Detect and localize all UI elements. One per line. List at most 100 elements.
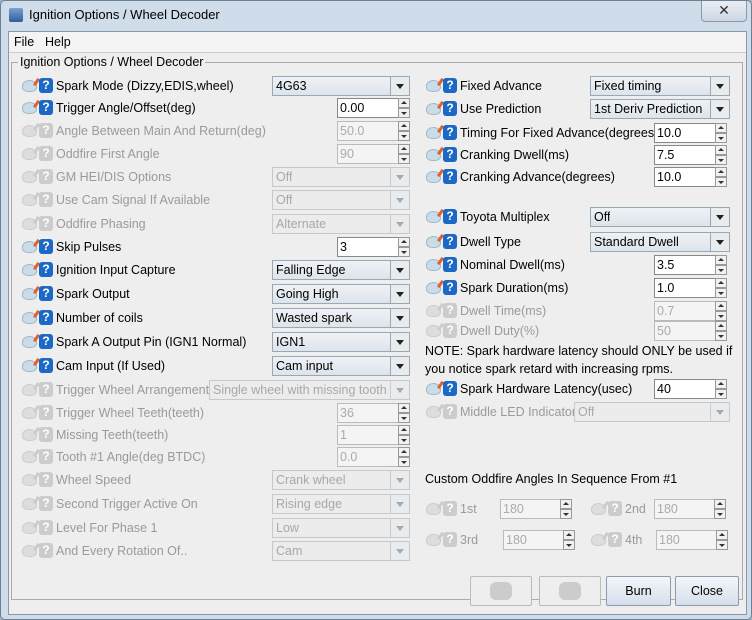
edit-icon[interactable] <box>22 80 37 92</box>
chevron-down-icon[interactable] <box>710 403 729 421</box>
edit-icon[interactable] <box>22 218 37 230</box>
spinner-missing-teeth-teeth[interactable]: 1 <box>337 425 410 445</box>
spinner-value[interactable]: 1.0 <box>654 278 715 298</box>
edit-icon[interactable] <box>426 211 441 223</box>
spinner-value[interactable]: 90 <box>337 144 398 164</box>
spin-up-button[interactable] <box>715 167 727 177</box>
edit-icon[interactable] <box>22 384 37 396</box>
edit-icon[interactable] <box>426 406 441 418</box>
edit-icon[interactable] <box>426 534 441 546</box>
spin-up-button[interactable] <box>398 144 410 154</box>
edit-icon[interactable] <box>591 534 606 546</box>
help-icon[interactable]: ? <box>39 520 53 535</box>
dropdown-ignition-input-capture[interactable]: Falling Edge <box>272 260 410 280</box>
chevron-down-icon[interactable] <box>390 495 409 513</box>
help-icon[interactable]: ? <box>443 501 457 516</box>
dropdown-second-trigger-active-on[interactable]: Rising edge <box>272 494 410 514</box>
spinner-trigger-wheel-teeth-teeth[interactable]: 36 <box>337 403 410 423</box>
burn-button[interactable]: Burn <box>606 576 671 606</box>
spinner-value[interactable]: 0.00 <box>337 98 398 118</box>
help-icon[interactable]: ? <box>443 209 457 224</box>
chevron-down-icon[interactable] <box>390 215 409 233</box>
edit-icon[interactable] <box>22 429 37 441</box>
spin-down-button[interactable] <box>560 509 572 519</box>
help-icon[interactable]: ? <box>39 382 53 397</box>
edit-icon[interactable] <box>22 312 37 324</box>
spinner-value[interactable]: 7.5 <box>654 145 715 165</box>
spin-down-button[interactable] <box>715 288 727 298</box>
help-icon[interactable]: ? <box>443 125 457 140</box>
dropdown-use-cam-signal-if-available[interactable]: Off <box>272 190 410 210</box>
dropdown-gm-hei-dis-options[interactable]: Off <box>272 167 410 187</box>
help-icon[interactable]: ? <box>443 280 457 295</box>
spinner-value[interactable]: 3 <box>337 237 398 257</box>
dropdown-level-for-phase-1[interactable]: Low <box>272 518 410 538</box>
spin-up-button[interactable] <box>398 403 410 413</box>
dropdown-spark-mode-dizzy-edis-wheel[interactable]: 4G63 <box>272 76 410 96</box>
help-icon[interactable]: ? <box>443 303 457 318</box>
chevron-down-icon[interactable] <box>390 191 409 209</box>
spinner-value[interactable]: 10.0 <box>654 123 715 143</box>
chevron-down-icon[interactable] <box>390 381 409 399</box>
edit-icon[interactable] <box>426 80 441 92</box>
edit-icon[interactable] <box>426 103 441 115</box>
edit-icon[interactable] <box>22 194 37 206</box>
help-icon[interactable]: ? <box>39 358 53 373</box>
edit-icon[interactable] <box>22 171 37 183</box>
help-icon[interactable]: ? <box>443 532 457 547</box>
spinner-timing-for-fixed-advance-degrees[interactable]: 10.0 <box>654 123 727 143</box>
help-icon[interactable]: ? <box>39 100 53 115</box>
spin-up-button[interactable] <box>716 530 728 540</box>
spin-down-button[interactable] <box>398 435 410 445</box>
edit-icon[interactable] <box>22 336 37 348</box>
chevron-down-icon[interactable] <box>390 285 409 303</box>
spin-down-button[interactable] <box>398 108 410 118</box>
help-icon[interactable]: ? <box>443 169 457 184</box>
close-button[interactable]: Close <box>675 576 739 606</box>
help-icon[interactable]: ? <box>39 216 53 231</box>
dropdown-trigger-wheel-arrangement[interactable]: Single wheel with missing tooth <box>209 380 410 400</box>
help-icon[interactable]: ? <box>39 286 53 301</box>
spinner-value[interactable]: 180 <box>654 499 714 519</box>
spinner-skip-pulses[interactable]: 3 <box>337 237 410 257</box>
spin-down-button[interactable] <box>398 247 410 257</box>
edit-icon[interactable] <box>426 149 441 161</box>
spinner-value[interactable]: 50 <box>654 321 715 341</box>
spin-up-button[interactable] <box>715 123 727 133</box>
help-icon[interactable]: ? <box>443 323 457 338</box>
dropdown-cam-input-if-used[interactable]: Cam input <box>272 356 410 376</box>
help-icon[interactable]: ? <box>39 334 53 349</box>
spin-up-button[interactable] <box>715 278 727 288</box>
window-close-button[interactable]: ✕ <box>701 1 747 22</box>
edit-icon[interactable] <box>426 305 441 317</box>
help-icon[interactable]: ? <box>39 449 53 464</box>
spin-down-button[interactable] <box>715 133 727 143</box>
help-icon[interactable]: ? <box>39 123 53 138</box>
spin-up-button[interactable] <box>398 425 410 435</box>
spin-down-button[interactable] <box>398 154 410 164</box>
help-icon[interactable]: ? <box>443 404 457 419</box>
spin-up-button[interactable] <box>715 145 727 155</box>
chevron-down-icon[interactable] <box>390 309 409 327</box>
dropdown-spark-output[interactable]: Going High <box>272 284 410 304</box>
menu-help[interactable]: Help <box>45 35 71 49</box>
edit-icon[interactable] <box>22 241 37 253</box>
dropdown-use-prediction[interactable]: 1st Deriv Prediction <box>590 99 730 119</box>
help-icon[interactable]: ? <box>39 239 53 254</box>
chevron-down-icon[interactable] <box>390 333 409 351</box>
spinner-value[interactable]: 3.5 <box>654 255 715 275</box>
spinner-value[interactable]: 180 <box>500 499 560 519</box>
help-icon[interactable]: ? <box>39 427 53 442</box>
chevron-down-icon[interactable] <box>390 471 409 489</box>
dropdown-spark-a-output-pin-ign1-normal[interactable]: IGN1 <box>272 332 410 352</box>
edit-icon[interactable] <box>22 545 37 557</box>
spin-up-button[interactable] <box>398 98 410 108</box>
chevron-down-icon[interactable] <box>710 233 729 251</box>
spinner-value[interactable]: 40 <box>654 379 715 399</box>
spin-down-button[interactable] <box>715 331 727 341</box>
edit-icon[interactable] <box>22 522 37 534</box>
dropdown-dwell-type[interactable]: Standard Dwell <box>590 232 730 252</box>
dropdown-fixed-advance[interactable]: Fixed timing <box>590 76 730 96</box>
dropdown-and-every-rotation-of[interactable]: Cam <box>272 541 410 561</box>
dropdown-number-of-coils[interactable]: Wasted spark <box>272 308 410 328</box>
